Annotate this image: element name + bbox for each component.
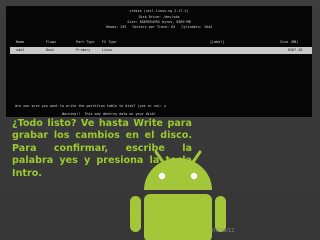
slide-date: 07/29/12 [212, 228, 235, 234]
disk-geometry-label: Heads: 255 Sectors per Track: 63 Cylinde… [105, 25, 213, 29]
warning-message: Warning!! This may destroy data on your … [62, 112, 156, 116]
terminal-title: cfdisk (util-linux-ng 2.17.2) [129, 9, 189, 13]
partition-size: 8587.20 [288, 48, 303, 52]
partition-flags: Boot [46, 48, 55, 52]
partition-type: Primary [76, 48, 91, 52]
partition-table-header: Name Flags Part Type FS Type [Label] Siz… [12, 39, 312, 45]
partition-fs-type: Linux [102, 48, 113, 52]
column-label: [Label] [210, 40, 225, 44]
column-flags: Flags [46, 40, 57, 44]
column-fs-type: FS Type [102, 40, 117, 44]
terminal-window: cfdisk (util-linux-ng 2.17.2) Disk Drive… [6, 6, 312, 117]
android-mascot-icon [130, 150, 226, 240]
slide: cfdisk (util-linux-ng 2.17.2) Disk Drive… [0, 0, 320, 240]
confirm-prompt[interactable]: Are you sure you want to write the parti… [15, 104, 166, 109]
partition-name: sda1 [16, 48, 25, 52]
column-size: Size (MB) [280, 40, 299, 44]
partition-row[interactable]: sda1 Boot Primary Linux 8587.20 [10, 47, 312, 54]
column-name: Name [16, 40, 25, 44]
column-part-type: Part Type [76, 40, 95, 44]
